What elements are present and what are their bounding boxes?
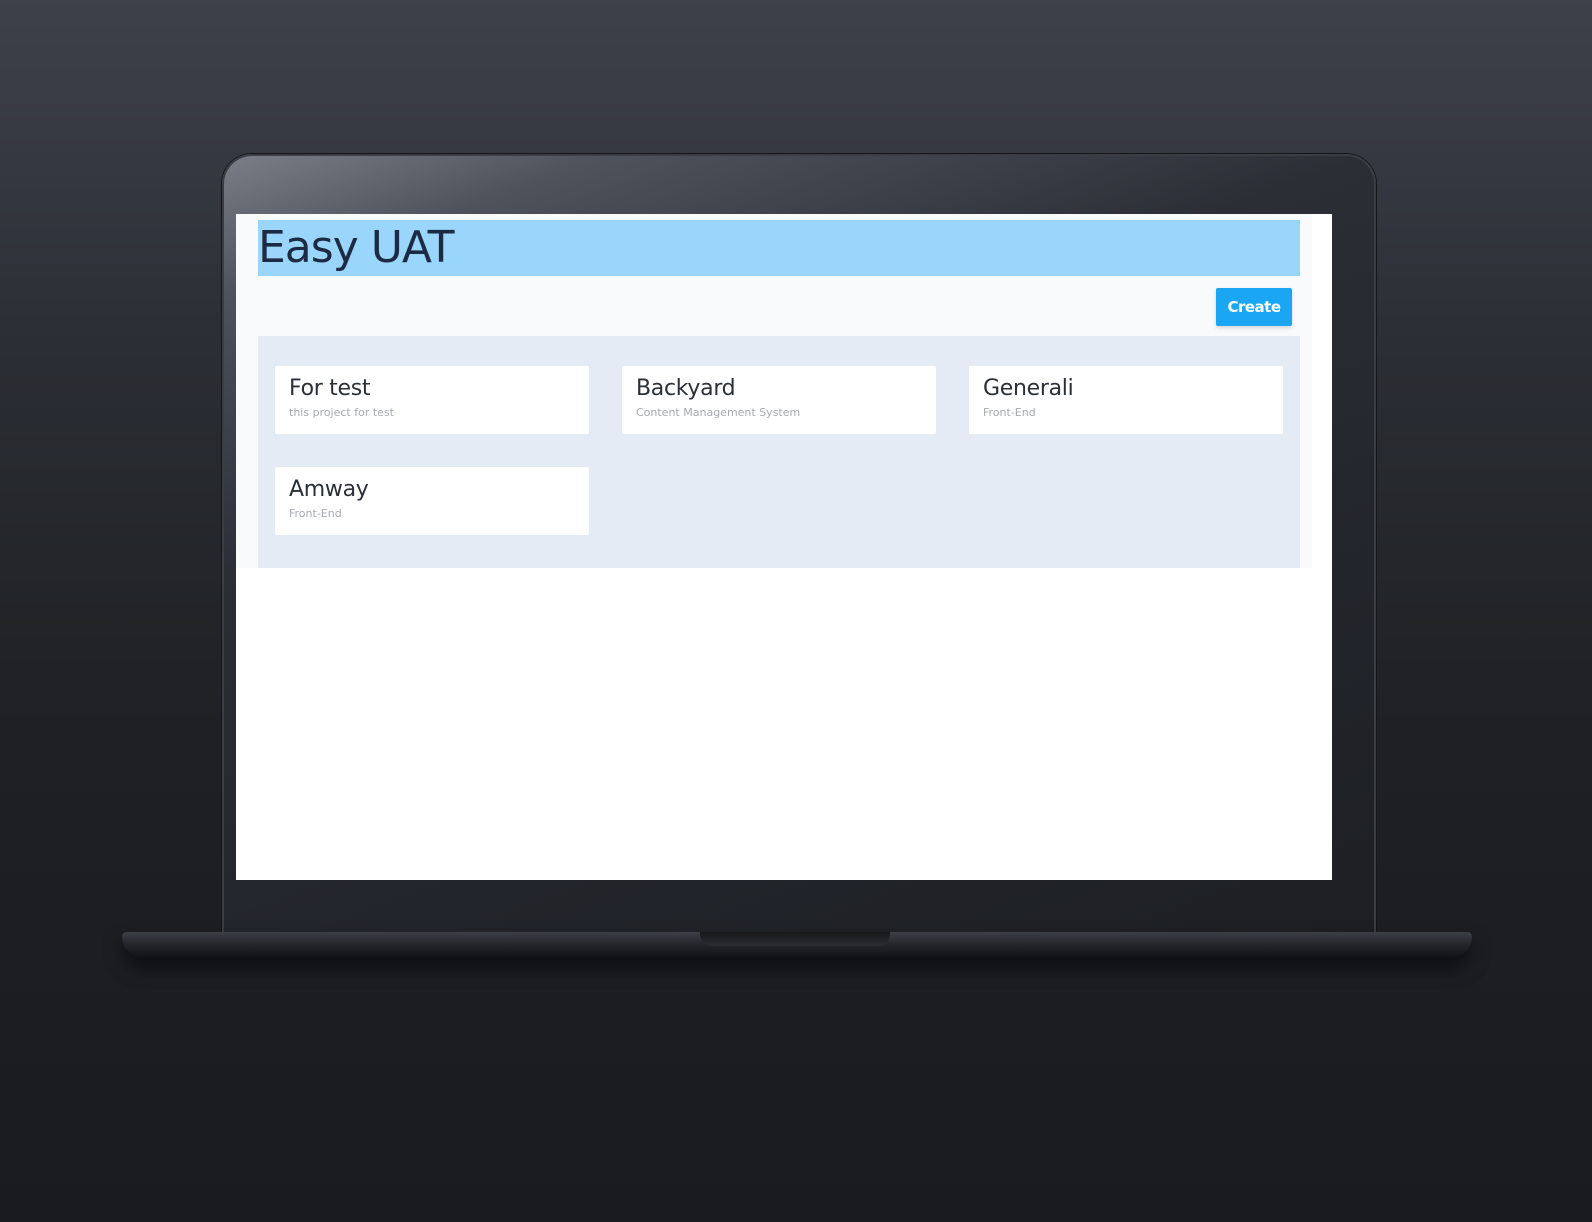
project-card[interactable]: For test this project for test [275, 366, 589, 434]
project-description: Front-End [983, 406, 1036, 419]
project-description: this project for test [289, 406, 394, 419]
project-description: Front-End [289, 507, 342, 520]
create-button[interactable]: Create [1216, 288, 1292, 326]
project-card[interactable]: Generali Front-End [969, 366, 1283, 434]
laptop-screen: Easy UAT Create For test this project fo… [236, 214, 1332, 880]
project-card[interactable]: Backyard Content Management System [622, 366, 936, 434]
page-title: Easy UAT [258, 222, 454, 273]
project-description: Content Management System [636, 406, 801, 419]
project-name: Backyard [636, 376, 736, 401]
project-name: For test [289, 376, 371, 401]
project-name: Amway [289, 477, 369, 502]
app-container: Easy UAT Create For test this project fo… [236, 214, 1312, 568]
title-bar: Easy UAT [258, 220, 1300, 276]
project-list: For test this project for test Backyard … [258, 336, 1300, 568]
project-card[interactable]: Amway Front-End [275, 467, 589, 535]
laptop-notch [700, 932, 890, 946]
project-name: Generali [983, 376, 1074, 401]
